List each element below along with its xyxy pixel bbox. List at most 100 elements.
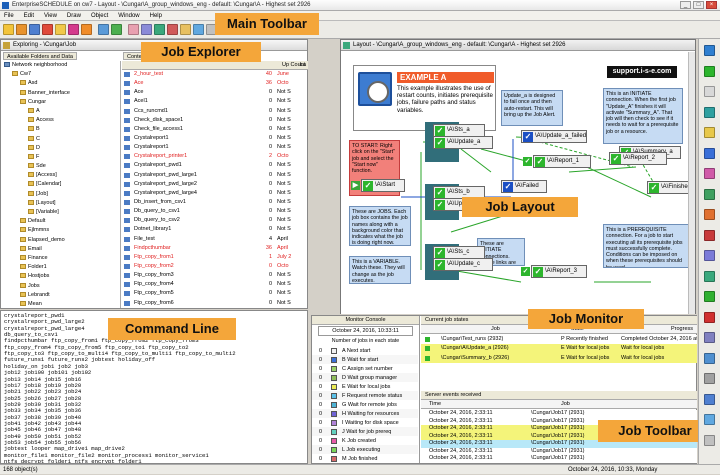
open-icon[interactable] [16,24,27,35]
job-list-row[interactable]: Ccs_runcmd1 0 Not S [122,107,308,116]
tree-node[interactable]: Email [1,245,120,254]
refresh-icon[interactable] [193,24,204,35]
window-icon[interactable] [704,352,715,364]
menu-edit[interactable]: Edit [24,11,34,20]
run-icon[interactable] [704,291,715,302]
align-icon[interactable] [704,250,715,261]
job-update-a[interactable]: ✓ \A\Update_a [433,136,493,149]
connection-icon[interactable] [704,106,715,118]
jobstate-row[interactable]: \Cungar\A\Update_a (2926) E Wait for loca… [421,344,697,354]
tree-node[interactable]: [Job] [1,190,120,199]
cut-icon[interactable] [55,24,66,35]
job-list-row[interactable]: Ace 0 Not S [122,88,308,97]
tree-node[interactable]: Cungar [1,98,120,107]
tree-node[interactable]: Folder1 [1,263,120,272]
grid-icon[interactable] [704,188,715,200]
tree-node[interactable]: C [1,135,120,144]
new-icon[interactable] [3,24,14,35]
job-update-c[interactable]: ✓ \A\Update_c [433,258,493,271]
variable-icon[interactable] [167,24,178,35]
tree-node[interactable]: Finance [1,254,120,263]
note-icon[interactable] [704,127,715,138]
menu-object[interactable]: Object [91,11,108,20]
event-row[interactable]: October 24, 2016, 2:33:11 \Cungar\Job17 (… [421,410,697,418]
tree-node[interactable]: Banner_interface [1,89,120,98]
minimize-button[interactable]: _ [680,1,691,9]
job-list-row[interactable]: 2_hour_test 40 June [122,70,308,79]
monitor-icon[interactable] [128,24,139,35]
copy-icon[interactable] [68,24,79,35]
tree-node[interactable]: Lebrandt [1,291,120,300]
event-row[interactable]: October 24, 2016, 2:33:11 \Cungar\Job17 (… [421,455,697,463]
support-link[interactable]: support.i-s-e.com [607,66,677,78]
job-list-row[interactable]: Crystalreport_pwd_large2 0 Not S [122,180,308,189]
tree-node[interactable]: [Layout] [1,199,120,208]
tree-node[interactable]: [Calendar] [1,180,120,189]
job-list-row[interactable]: Crystalreport_pwd1 0 Not S [122,161,308,170]
properties-icon[interactable] [704,332,715,343]
event-row[interactable]: October 24, 2016, 2:33:11 \Cungar\Job17 (… [421,447,697,455]
jobstate-row[interactable]: \Cungar\Summary_b (2926) E Wait for local… [421,353,697,364]
delete-icon[interactable] [704,229,715,241]
menu-help[interactable]: Help [150,11,162,20]
maximize-button[interactable]: □ [693,1,704,9]
layout-canvas[interactable]: EXAMPLE A This example illustrates the u… [341,52,695,314]
layout-scrollbar[interactable] [688,52,695,314]
job-finished[interactable]: ✓ \A\Finished [647,181,693,194]
job-list-row[interactable]: Acel1 0 Not S [122,97,308,106]
tree-node[interactable]: [Access] [1,171,120,180]
job-update-a-failed[interactable]: ✓ \A\Update_a_failed [521,130,587,143]
job-list-row[interactable]: Ftp_copy_from6 0 Not S [122,299,308,308]
job-list-row[interactable]: Crystalreport1 0 Not S [122,143,308,152]
job-list-row[interactable]: Ftp_copy_from2 0 Octo [122,262,308,271]
col-lastrun[interactable]: La [300,61,306,70]
menu-view[interactable]: View [44,11,57,20]
col-job[interactable]: Job [491,325,500,334]
tree-node[interactable]: [Variable] [1,208,120,217]
job-report-1[interactable]: ✓ ✓ \A\Report_1 [523,155,591,168]
job-list-row[interactable]: Dotnet_library1 0 Not S [122,225,308,234]
select-icon[interactable] [704,45,715,56]
col-event-job[interactable]: Job [561,400,570,409]
print-icon[interactable] [704,373,715,384]
job-report-2[interactable]: ✓ \A\Report_2 [609,152,667,165]
line-icon[interactable] [704,86,715,97]
paste-icon[interactable] [81,24,92,35]
color-icon[interactable] [704,209,715,220]
job-list-row[interactable]: Db_query_to_csv2 0 Not S [122,216,308,225]
tree-node[interactable]: B [1,125,120,134]
tree-node[interactable]: Access [1,116,120,125]
refresh-icon[interactable] [704,414,715,425]
tab-available-folders[interactable]: Available Folders and Data [3,52,77,60]
job-list-row[interactable]: Ftp_copy_from1 1 July 2 [122,253,308,262]
tree-node[interactable]: Hostjobs [1,272,120,281]
col-progress[interactable]: Progress [671,325,693,334]
help-icon[interactable] [704,434,715,446]
stop-icon[interactable] [704,311,715,323]
job-list-row[interactable]: File_test 4 April [122,235,308,244]
save-icon[interactable] [704,393,715,405]
job-list-row[interactable]: Crystalreport_pwd_large4 0 Not S [122,189,308,198]
save-icon[interactable] [29,24,40,35]
text-icon[interactable] [704,147,715,159]
zoom-icon[interactable] [704,168,715,179]
layout-icon[interactable] [704,270,715,282]
jobstate-row[interactable]: \Cungar\Test_runs (2932) P Recently finis… [421,335,697,345]
job-report-3[interactable]: ✓ ✓ \A\Report_3 [521,265,587,278]
job-failed[interactable]: ✓ \A\Failed [501,180,547,193]
job-list-row[interactable]: Ftp_copy_from4 0 Not S [122,280,308,289]
job-list-row[interactable]: Ftp_copy_from5 0 Not S [122,289,308,298]
col-time[interactable]: Time [429,400,441,409]
tree-node[interactable]: Sde [1,162,120,171]
tree-node[interactable]: Mean [1,300,120,308]
print-icon[interactable] [42,24,53,35]
close-button[interactable]: × [706,1,717,9]
job-list-row[interactable]: Check_disk_space1 0 Not S [122,116,308,125]
tree-node[interactable]: Elapsed_demo [1,236,120,245]
menu-file[interactable]: File [4,11,14,20]
tree-node[interactable]: A [1,107,120,116]
tree-node[interactable]: Network neighborhood [1,61,120,70]
job-list-row[interactable]: Ftp_copy_from3 0 Not S [122,271,308,280]
job-list-row[interactable]: Crystalreport_pwd_large1 0 Not S [122,171,308,180]
tree-node[interactable]: Cw7 [1,70,120,79]
